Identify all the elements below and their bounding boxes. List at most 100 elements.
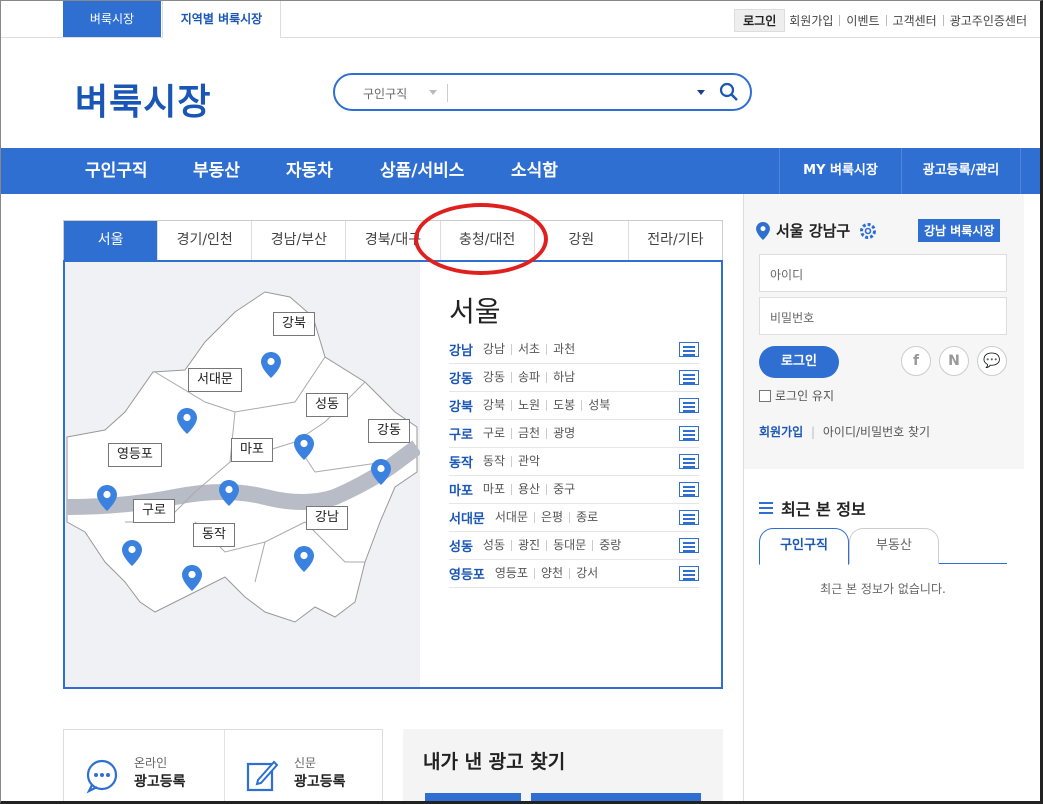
tab-gangwon[interactable]: 강원 [534, 221, 629, 260]
district-name-link[interactable]: 동작 [449, 452, 473, 471]
signup-link[interactable]: 회원가입 [789, 12, 833, 29]
list-view-icon[interactable] [679, 538, 699, 553]
tab-regional-market[interactable]: 지역별 벼룩시장 [162, 1, 281, 38]
tab-gyeonggi-incheon[interactable]: 경기/인천 [158, 221, 253, 260]
district-name-link[interactable]: 강동 [449, 368, 473, 387]
district-name-link[interactable]: 강남 [449, 340, 473, 359]
map-label-yeongdeungpo[interactable]: 영등포 [108, 443, 162, 467]
login-button[interactable]: 로그인 [759, 346, 839, 378]
map-pin-icon[interactable] [219, 480, 239, 506]
recent-tab-real-estate[interactable]: 부동산 [849, 528, 939, 564]
district-name-link[interactable]: 강북 [449, 396, 473, 415]
district-name-link[interactable]: 서대문 [449, 508, 485, 527]
district-sub-link[interactable]: 하남 [546, 371, 581, 383]
nav-real-estate[interactable]: 부동산 [193, 148, 240, 194]
district-sub-link[interactable]: 서초 [511, 343, 546, 355]
district-sub-link[interactable]: 성북 [581, 399, 616, 411]
map-label-gangdong[interactable]: 강동 [368, 419, 410, 443]
customer-center-link[interactable]: 고객센터 [893, 12, 937, 29]
list-view-icon[interactable] [679, 454, 699, 469]
find-tab-indicator[interactable] [425, 793, 521, 801]
district-sub-link[interactable]: 노원 [511, 399, 546, 411]
district-sub-link[interactable]: 금천 [511, 427, 546, 439]
password-input[interactable]: 비밀번호 [759, 297, 1007, 335]
district-sub-link[interactable]: 강북 [483, 399, 511, 411]
list-view-icon[interactable] [679, 426, 699, 441]
kakao-login-icon[interactable]: 💬 [977, 346, 1007, 376]
id-input[interactable]: 아이디 [759, 254, 1007, 292]
district-sub-link[interactable]: 광진 [511, 539, 546, 551]
map-pin-icon[interactable] [261, 352, 281, 378]
map-pin-icon[interactable] [177, 408, 197, 434]
paper-ad-register[interactable]: 신문 광고등록 [246, 754, 346, 792]
district-sub-link[interactable]: 종로 [569, 511, 604, 523]
top-login-link[interactable]: 로그인 [734, 9, 786, 32]
district-sub-link[interactable]: 서대문 [495, 511, 534, 523]
map-pin-icon[interactable] [122, 540, 142, 566]
map-pin-icon[interactable] [182, 565, 202, 591]
nav-jobs[interactable]: 구인구직 [85, 148, 148, 194]
map-pin-icon[interactable] [294, 546, 314, 572]
district-sub-link[interactable]: 동작 [483, 455, 511, 467]
district-sub-link[interactable]: 관악 [511, 455, 546, 467]
district-sub-link[interactable]: 양천 [534, 567, 569, 579]
district-sub-link[interactable]: 강서 [569, 567, 604, 579]
district-sub-link[interactable]: 영등포 [495, 567, 534, 579]
district-sub-link[interactable]: 용산 [511, 483, 546, 495]
event-link[interactable]: 이벤트 [846, 12, 879, 29]
tab-market[interactable]: 벼룩시장 [63, 1, 161, 37]
district-sub-link[interactable]: 중랑 [592, 539, 627, 551]
map-label-seodaemun[interactable]: 서대문 [188, 368, 242, 392]
search-icon[interactable] [719, 82, 739, 106]
list-view-icon[interactable] [679, 398, 699, 413]
map-label-gangnam[interactable]: 강남 [306, 506, 348, 530]
list-view-icon[interactable] [679, 342, 699, 357]
district-sub-link[interactable]: 성동 [483, 539, 511, 551]
district-sub-link[interactable]: 중구 [546, 483, 581, 495]
map-label-seongdong[interactable]: 성동 [306, 393, 348, 417]
tab-seoul[interactable]: 서울 [64, 221, 159, 260]
tab-jeolla-etc[interactable]: 전라/기타 [628, 221, 722, 260]
district-sub-link[interactable]: 송파 [511, 371, 546, 383]
find-account-link[interactable]: 아이디/비밀번호 찾기 [823, 425, 930, 439]
gear-icon[interactable] [858, 221, 878, 241]
find-tab-indicator[interactable] [531, 793, 701, 801]
list-view-icon[interactable] [679, 566, 699, 581]
district-sub-link[interactable]: 구로 [483, 427, 511, 439]
district-name-link[interactable]: 성동 [449, 536, 473, 555]
district-name-link[interactable]: 영등포 [449, 564, 485, 583]
list-view-icon[interactable] [679, 370, 699, 385]
map-pin-icon[interactable] [371, 459, 391, 485]
map-label-dongjak[interactable]: 동작 [193, 523, 235, 547]
map-label-mapo[interactable]: 마포 [231, 438, 273, 462]
district-sub-link[interactable]: 과천 [546, 343, 581, 355]
nav-ad-manage[interactable]: 광고등록/관리 [901, 148, 1021, 194]
list-view-icon[interactable] [679, 482, 699, 497]
district-name-link[interactable]: 구로 [449, 424, 473, 443]
district-sub-link[interactable]: 강동 [483, 371, 511, 383]
map-label-gangbuk[interactable]: 강북 [273, 312, 315, 336]
nav-my-market[interactable]: MY 벼룩시장 [779, 148, 901, 194]
facebook-login-icon[interactable]: f [901, 346, 931, 376]
district-sub-link[interactable]: 광명 [546, 427, 581, 439]
district-sub-link[interactable]: 강남 [483, 343, 511, 355]
district-sub-link[interactable]: 동대문 [546, 539, 592, 551]
nav-goods-services[interactable]: 상품/서비스 [380, 148, 464, 194]
online-ad-register[interactable]: 온라인 광고등록 [84, 754, 186, 794]
map-label-guro[interactable]: 구로 [133, 499, 175, 523]
keep-login[interactable]: 로그인 유지 [759, 387, 834, 404]
district-sub-link[interactable]: 마포 [483, 483, 511, 495]
dropdown-arrow-icon[interactable] [697, 90, 705, 95]
map-pin-icon[interactable] [97, 485, 117, 511]
district-name-link[interactable]: 마포 [449, 480, 473, 499]
search-category-select[interactable]: 구인구직 [363, 85, 407, 102]
nav-news[interactable]: 소식함 [511, 148, 558, 194]
keep-login-checkbox[interactable] [759, 389, 771, 402]
district-sub-link[interactable]: 도봉 [546, 399, 581, 411]
recent-tab-jobs[interactable]: 구인구직 [759, 528, 849, 565]
district-sub-link[interactable]: 은평 [534, 511, 569, 523]
advertiser-cert-link[interactable]: 광고주인증센터 [950, 12, 1027, 29]
naver-login-icon[interactable]: N [939, 346, 969, 376]
join-link[interactable]: 회원가입 [759, 425, 803, 439]
map-pin-icon[interactable] [294, 434, 314, 460]
